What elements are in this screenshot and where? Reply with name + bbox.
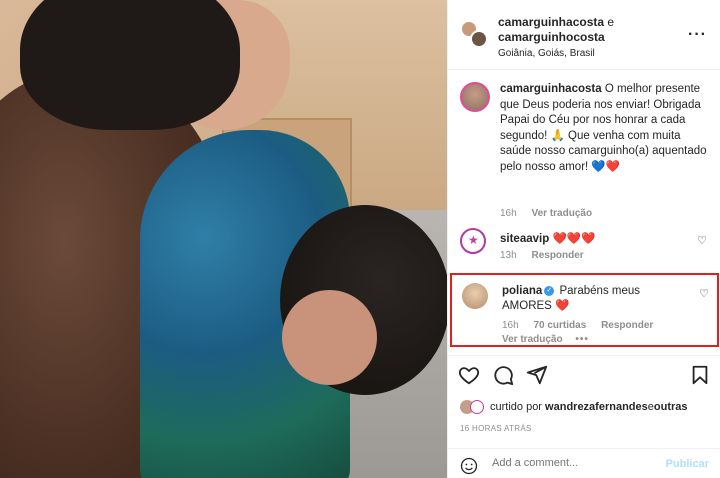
author-1-link[interactable]: camarguinhacosta [498, 15, 604, 29]
avatar[interactable] [470, 30, 488, 48]
comment-likes[interactable]: 70 curtidas [533, 320, 586, 331]
liked-by-others[interactable]: outras [654, 401, 688, 413]
like-heart-icon[interactable] [458, 364, 480, 386]
liked-by: curtido por wandrezafernandeseoutras [460, 400, 688, 414]
comment-text: poliana ✓ Parabéns meus AMORES ❤️ [502, 284, 692, 314]
comment-time[interactable]: 13h [500, 250, 517, 261]
photo-woman-hair [20, 0, 240, 130]
comment-time[interactable]: 16h [502, 320, 519, 331]
comment-username[interactable]: siteaavip [500, 233, 549, 245]
caption-text: camarguinhacosta O melhor presente que D… [500, 82, 712, 175]
translate-link[interactable]: Ver tradução [502, 334, 563, 345]
comment-meta-2: Ver tradução ••• [502, 334, 589, 345]
caption-time[interactable]: 16h [500, 208, 517, 219]
publish-button[interactable]: Publicar [666, 458, 709, 470]
caption-body: O melhor presente que Deus poderia nos e… [500, 83, 707, 173]
translate-link[interactable]: Ver tradução [531, 208, 592, 219]
post-authors: camarguinhacosta e camarguinhocosta [498, 15, 614, 45]
like-comment-heart-icon[interactable]: ♡ [697, 234, 707, 247]
caption-username[interactable]: camarguinhacosta [500, 83, 602, 95]
add-comment-input[interactable] [492, 457, 652, 469]
author-2-link[interactable]: camarguinhocosta [498, 30, 605, 44]
post-header: camarguinhacosta e camarguinhocosta Goiâ… [448, 0, 720, 70]
comment-icon[interactable] [492, 364, 514, 386]
verified-badge-icon: ✓ [544, 285, 555, 296]
share-icon[interactable] [526, 364, 548, 386]
highlighted-comment: poliana ✓ Parabéns meus AMORES ❤️ 16h 70 … [450, 273, 719, 347]
more-options-icon[interactable]: ··· [688, 26, 707, 44]
photo-man-face [282, 290, 377, 385]
avatar [470, 400, 484, 414]
avatar[interactable] [460, 228, 486, 254]
location-link[interactable]: Goiânia, Goiás, Brasil [498, 48, 595, 59]
reply-button[interactable]: Responder [601, 320, 653, 331]
post-photo[interactable] [0, 0, 447, 478]
reply-button[interactable]: Responder [531, 250, 583, 261]
comment-item: siteaavip ❤️❤️❤️ 13h Responder ♡ [460, 228, 715, 268]
action-bar [448, 355, 720, 395]
caption-meta: 16h Ver tradução [500, 208, 604, 219]
comment-meta: 13h Responder [500, 250, 596, 261]
post-side-panel: camarguinhacosta e camarguinhocosta Goiâ… [447, 0, 720, 478]
emoji-icon[interactable] [460, 457, 478, 475]
comment-text: siteaavip ❤️❤️❤️ [500, 231, 595, 245]
add-comment-bar: Publicar [448, 448, 720, 478]
avatar[interactable] [462, 283, 488, 309]
like-comment-heart-icon[interactable]: ♡ [699, 287, 709, 300]
comment-username[interactable]: poliana [502, 285, 542, 297]
liked-by-prefix: curtido por [490, 400, 542, 413]
liked-by-user[interactable]: wandrezafernandes [545, 401, 648, 413]
comments-list[interactable]: camarguinhacosta O melhor presente que D… [448, 70, 720, 355]
comment-meta: 16h 70 curtidas Responder [502, 320, 665, 331]
comment-body: ❤️❤️❤️ [552, 233, 596, 245]
header-avatars[interactable] [460, 20, 488, 48]
authors-conjunction: e [604, 15, 615, 29]
post-timestamp[interactable]: 16 HORAS ATRÁS [460, 424, 532, 433]
comment-more-icon[interactable]: ••• [575, 334, 589, 345]
save-bookmark-icon[interactable] [689, 364, 711, 386]
avatar[interactable] [460, 82, 490, 112]
